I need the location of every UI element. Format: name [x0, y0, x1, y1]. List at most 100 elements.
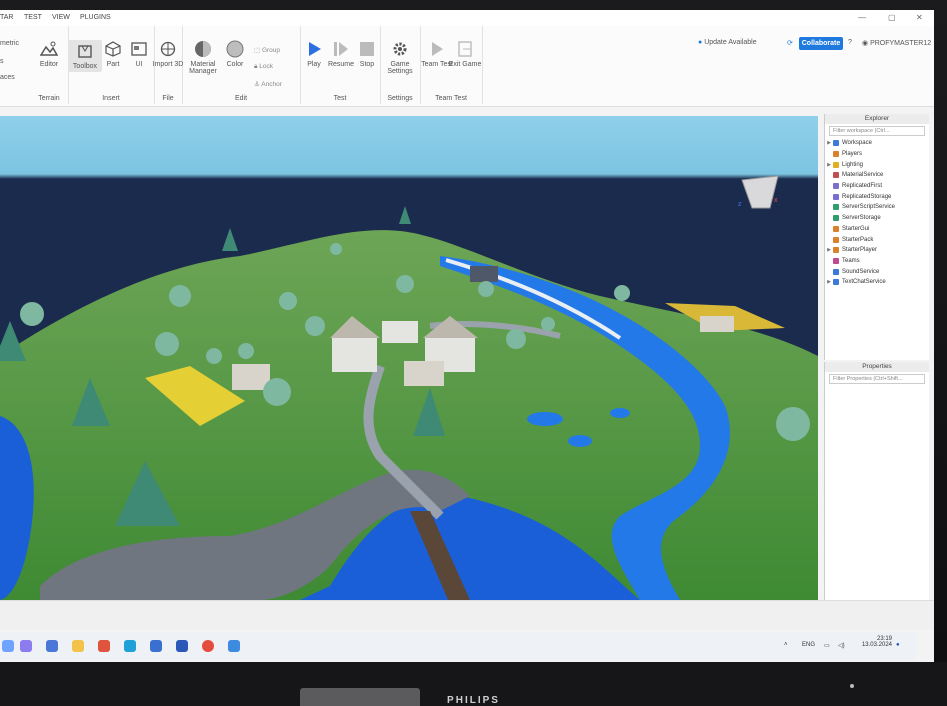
explorer-item-label: StarterPack: [842, 236, 874, 243]
explorer-item-materialservice[interactable]: MaterialService: [825, 170, 929, 181]
update-available-link[interactable]: ● Update Available: [698, 39, 757, 46]
collaborate-button[interactable]: Collaborate: [799, 37, 843, 50]
explorer-item-label: SoundService: [842, 268, 880, 275]
menu-tab-plugins[interactable]: PLUGINS: [80, 14, 111, 21]
office-icon[interactable]: [98, 640, 110, 652]
explorer-item-label: TextChatService: [842, 279, 886, 286]
expand-arrow-icon[interactable]: ▶: [825, 279, 833, 285]
expand-arrow-icon[interactable]: ▶: [825, 140, 833, 146]
menu-tab-view[interactable]: VIEW: [52, 14, 70, 21]
team-test-icon: [428, 40, 446, 58]
explorer-item-serverscriptservice[interactable]: ServerScriptService: [825, 202, 929, 213]
explorer-item-replicatedfirst[interactable]: ReplicatedFirst: [825, 181, 929, 192]
service-icon: [833, 151, 839, 158]
explorer-item-workspace[interactable]: ▶ Workspace: [825, 138, 929, 149]
file-explorer-icon[interactable]: [72, 640, 84, 652]
service-icon: [833, 183, 839, 190]
ribbon-toolbar: metric s aces Editor Terrain Toolbox Par…: [0, 26, 934, 107]
3d-viewport[interactable]: z x: [0, 116, 818, 600]
properties-panel: Properties Filter Properties (Ctrl+Shift…: [824, 362, 929, 604]
explorer-item-teams[interactable]: Teams: [825, 256, 929, 267]
ribbon-group-insert: Toolbox Part UI Insert: [68, 26, 155, 104]
ribbon-group-file: Import 3D File: [151, 26, 185, 104]
service-icon: [833, 268, 839, 275]
explorer-item-starterplayer[interactable]: ▶ StarterPlayer: [825, 245, 929, 256]
clock[interactable]: 23:19 13.03.2024: [858, 636, 892, 648]
exit-game-button[interactable]: Exit Game: [448, 40, 482, 68]
play-label: Play: [307, 61, 321, 68]
ribbon-group-team-test: Team Test Exit Game Team Test: [420, 26, 483, 104]
explorer-item-label: StarterPlayer: [842, 247, 878, 254]
explorer-item-serverstorage[interactable]: ServerStorage: [825, 213, 929, 224]
properties-filter-input[interactable]: Filter Properties (Ctrl+Shift...: [829, 374, 925, 384]
expand-arrow-icon[interactable]: ▶: [825, 247, 833, 253]
explorer-item-starterpack[interactable]: StarterPack: [825, 234, 929, 245]
game-settings-button[interactable]: Game Settings: [383, 40, 417, 75]
lock-label: Lock: [259, 63, 273, 70]
exit-game-icon: [456, 40, 474, 58]
explorer-title: Explorer: [825, 114, 929, 124]
tray-chevron-icon[interactable]: ˄: [784, 642, 788, 648]
color-button[interactable]: Color: [218, 40, 252, 68]
left-label-2: aces: [0, 74, 15, 81]
explorer-item-lighting[interactable]: ▶ Lighting: [825, 159, 929, 170]
explorer-item-label: Teams: [842, 257, 860, 264]
username-label: PROFYMASTER12: [870, 40, 932, 47]
notification-bell-icon[interactable]: ●: [896, 642, 900, 648]
power-led: [850, 684, 854, 688]
expand-arrow-icon[interactable]: ▶: [825, 162, 833, 168]
toolbox-icon: [76, 42, 94, 60]
edge-icon[interactable]: [124, 640, 136, 652]
explorer-item-label: ServerStorage: [842, 215, 881, 222]
ui-label: UI: [135, 61, 143, 68]
stop-icon: [358, 40, 376, 58]
explorer-item-replicatedstorage[interactable]: ReplicatedStorage: [825, 191, 929, 202]
chat-icon[interactable]: [20, 640, 32, 652]
svg-text:z: z: [738, 201, 742, 208]
left-label-1: s: [0, 58, 4, 65]
volume-icon[interactable]: ◁): [838, 642, 845, 649]
explorer-item-textchatservice[interactable]: ▶ TextChatService: [825, 277, 929, 288]
maximize-icon[interactable]: ▢: [888, 13, 896, 22]
group-label: Group: [261, 47, 281, 54]
close-icon[interactable]: ✕: [916, 13, 923, 22]
title-bar: TAR TEST VIEW PLUGINS — ▢ ✕: [0, 10, 934, 26]
menu-tab-test[interactable]: TEST: [24, 14, 42, 21]
minimize-icon[interactable]: —: [858, 13, 866, 22]
help-icon[interactable]: ?: [848, 39, 852, 46]
chrome-icon[interactable]: [202, 640, 214, 652]
group-button[interactable]: ⬚ Group: [254, 46, 280, 54]
word-icon[interactable]: [176, 640, 188, 652]
explorer-item-players[interactable]: Players: [825, 149, 929, 160]
update-available-label: Update Available: [704, 39, 757, 46]
refresh-icon[interactable]: ⟳: [787, 39, 793, 47]
roblox-studio-icon[interactable]: [150, 640, 162, 652]
explorer-item-label: Players: [842, 151, 863, 158]
menu-tab-star[interactable]: TAR: [0, 14, 13, 21]
language-indicator[interactable]: ENG: [802, 642, 815, 648]
color-icon: [226, 40, 244, 58]
material-manager-button[interactable]: Material Manager: [186, 40, 220, 75]
explorer-item-soundservice[interactable]: SoundService: [825, 266, 929, 277]
stop-button[interactable]: Stop: [350, 40, 384, 68]
store-icon[interactable]: [46, 640, 58, 652]
search-icon[interactable]: [2, 640, 14, 652]
network-icon[interactable]: ▭: [824, 642, 830, 649]
import-3d-button[interactable]: Import 3D: [151, 40, 185, 68]
explorer-tree: ▶ Workspace Players ▶ Lighting MaterialServic…: [825, 138, 929, 288]
explorer-filter-input[interactable]: Filter workspace (Ctrl...: [829, 126, 925, 136]
monitor-brand-logo: PHILIPS: [447, 695, 500, 706]
explorer-item-startergui[interactable]: StarterGui: [825, 224, 929, 235]
service-icon: [833, 193, 839, 200]
terrain-editor-icon: [40, 40, 58, 58]
toolbox-label: Toolbox: [72, 63, 98, 70]
clock-date: 13.03.2024: [861, 642, 892, 648]
exit-game-label: Exit Game: [448, 61, 482, 68]
import-3d-label: Import 3D: [152, 61, 184, 68]
app-icon[interactable]: [228, 640, 240, 652]
lock-button[interactable]: 🔒︎ Lock: [254, 63, 273, 71]
user-menu[interactable]: ◉ PROFYMASTER12: [862, 39, 931, 47]
anchor-button[interactable]: ⚓︎ Anchor: [254, 80, 282, 88]
terrain-editor-button[interactable]: Editor: [32, 40, 66, 68]
play-icon: [305, 40, 323, 58]
